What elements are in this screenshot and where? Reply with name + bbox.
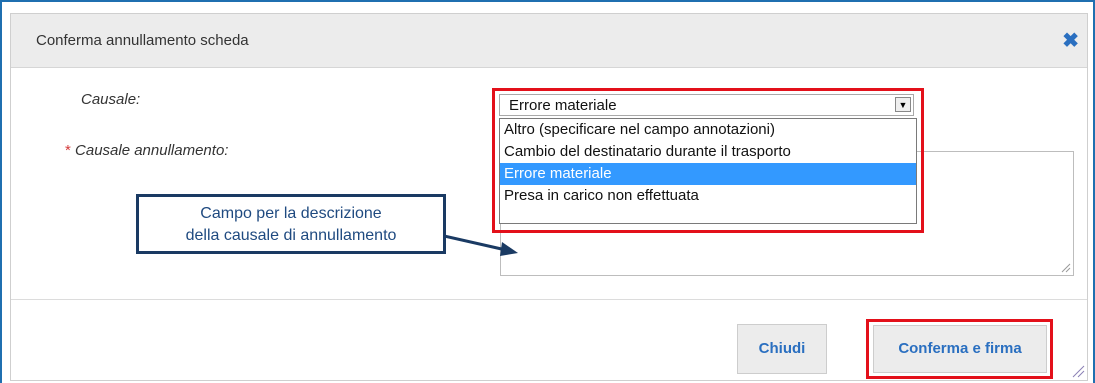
option-altro[interactable]: Altro (specificare nel campo annotazioni… bbox=[500, 119, 916, 141]
resize-grip-icon bbox=[1061, 263, 1071, 273]
dialog-title: Conferma annullamento scheda bbox=[36, 32, 249, 49]
required-mark: * bbox=[65, 142, 71, 159]
callout-line-1: Campo per la descrizione bbox=[200, 205, 382, 222]
causale-select[interactable]: Errore materiale ▼ bbox=[499, 94, 914, 116]
option-cambio-destinatario[interactable]: Cambio del destinatario durante il trasp… bbox=[500, 141, 916, 163]
close-button[interactable]: Chiudi bbox=[737, 324, 827, 374]
causale-selected-value: Errore materiale bbox=[509, 97, 617, 114]
annullamento-label-row: * Causale annullamento: bbox=[65, 142, 228, 159]
dialog-resize-icon[interactable] bbox=[1071, 364, 1085, 378]
option-presa-in-carico[interactable]: Presa in carico non effettuata bbox=[500, 185, 916, 207]
option-errore-materiale[interactable]: Errore materiale bbox=[500, 163, 916, 185]
causale-options-list: Altro (specificare nel campo annotazioni… bbox=[499, 118, 917, 224]
annullamento-label: Causale annullamento: bbox=[75, 142, 229, 159]
close-icon[interactable]: ✖ bbox=[1062, 28, 1079, 53]
footer-divider bbox=[11, 299, 1087, 300]
dialog-header: Conferma annullamento scheda ✖ bbox=[11, 14, 1087, 68]
annotation-callout: Campo per la descrizione della causale d… bbox=[136, 194, 446, 254]
callout-line-2: della causale di annullamento bbox=[185, 227, 397, 244]
dropdown-arrow-icon[interactable]: ▼ bbox=[895, 97, 911, 112]
causale-label: Causale: bbox=[81, 91, 141, 108]
cancel-dialog: Conferma annullamento scheda ✖ Causale: … bbox=[10, 13, 1088, 381]
callout-arrow-icon bbox=[444, 234, 518, 256]
confirm-sign-button[interactable]: Conferma e firma bbox=[873, 325, 1047, 373]
